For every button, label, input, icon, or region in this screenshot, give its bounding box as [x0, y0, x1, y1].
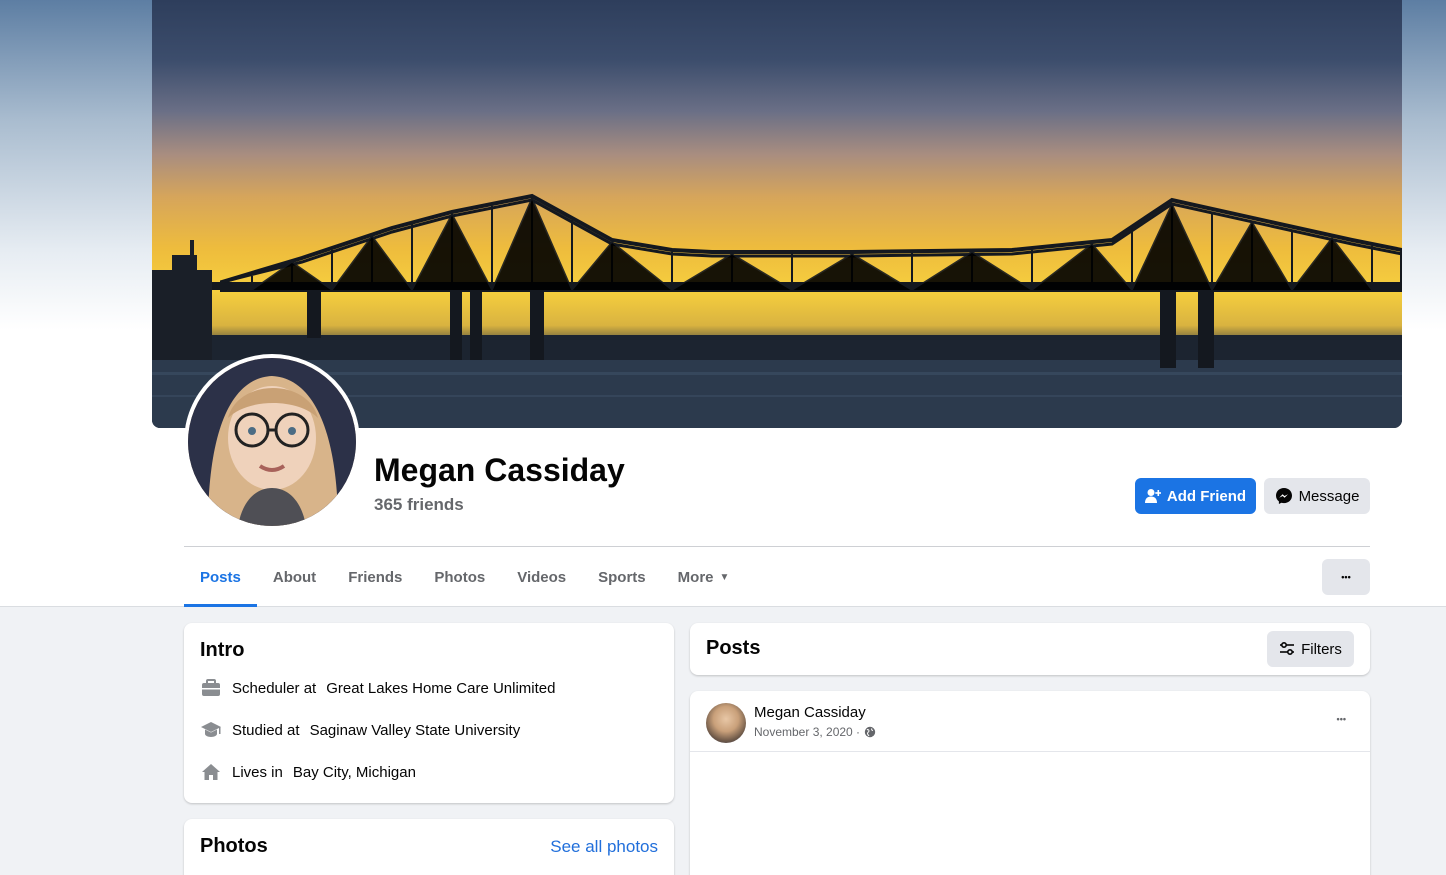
posts-header-card: Posts Filters	[690, 623, 1370, 675]
tab-posts[interactable]: Posts	[184, 547, 257, 607]
intro-location-row: Lives in Bay City, Michigan	[200, 761, 416, 783]
post-author-name[interactable]: Megan Cassiday	[754, 704, 866, 721]
photos-title: Photos	[200, 835, 268, 857]
post-author-avatar[interactable]	[706, 703, 746, 743]
add-friend-button[interactable]: Add Friend	[1135, 478, 1256, 514]
tab-friends[interactable]: Friends	[332, 547, 418, 607]
tab-videos[interactable]: Videos	[501, 547, 582, 607]
globe-icon	[864, 726, 876, 738]
profile-options-button[interactable]: •••	[1322, 559, 1370, 595]
tab-about-label: About	[272, 568, 317, 586]
tab-sports-label: Sports	[598, 568, 646, 586]
tab-photos[interactable]: Photos	[418, 547, 501, 607]
intro-education-row: Studied at Saginaw Valley State Universi…	[200, 719, 520, 741]
intro-location-link[interactable]: Bay City, Michigan	[293, 764, 416, 781]
intro-card: Intro Scheduler at Great Lakes Home Care…	[184, 623, 674, 803]
tab-sports[interactable]: Sports	[582, 547, 662, 607]
intro-work-row: Scheduler at Great Lakes Home Care Unlim…	[200, 677, 556, 699]
tab-videos-label: Videos	[517, 568, 567, 586]
intro-location-prefix: Lives in	[232, 763, 283, 781]
post-card: Megan Cassiday November 3, 2020 · •••	[690, 691, 1370, 875]
intro-education-prefix: Studied at	[232, 721, 300, 739]
add-person-icon	[1144, 489, 1161, 503]
post-timestamp: November 3, 2020 ·	[754, 725, 876, 739]
tab-more-label: More	[677, 568, 714, 586]
post-header: Megan Cassiday November 3, 2020 · •••	[690, 691, 1370, 752]
tab-more[interactable]: More ▼	[662, 547, 746, 607]
see-all-photos-link[interactable]: See all photos	[550, 837, 658, 857]
post-more-dots-icon: •••	[1336, 714, 1346, 724]
friends-count[interactable]: 365 friends	[374, 495, 464, 515]
messenger-icon	[1275, 488, 1292, 504]
profile-tabs: Posts About Friends Photos Videos Sports…	[184, 547, 745, 607]
posts-title: Posts	[706, 637, 761, 659]
intro-education-link[interactable]: Saginaw Valley State University	[310, 722, 521, 739]
post-date-text[interactable]: November 3, 2020 ·	[754, 725, 860, 739]
intro-work-prefix: Scheduler at	[232, 679, 317, 697]
profile-picture[interactable]	[184, 354, 360, 530]
tab-friends-label: Friends	[348, 568, 403, 586]
sliders-icon	[1280, 642, 1295, 656]
graduation-cap-icon	[200, 719, 222, 741]
cover-photo[interactable]	[152, 0, 1402, 428]
intro-work-link[interactable]: Great Lakes Home Care Unlimited	[326, 680, 555, 697]
home-icon	[200, 761, 222, 783]
photos-card: Photos See all photos	[184, 819, 674, 875]
portrait-illustration	[188, 358, 356, 526]
intro-title: Intro	[200, 639, 245, 661]
profile-avatar-image	[188, 358, 356, 526]
message-label: Message	[1298, 487, 1360, 505]
bridge-illustration	[152, 193, 1402, 428]
filters-button[interactable]: Filters	[1267, 631, 1354, 667]
post-options-button[interactable]: •••	[1337, 709, 1346, 727]
tab-about[interactable]: About	[257, 547, 332, 607]
tab-posts-label: Posts	[200, 568, 241, 586]
briefcase-icon	[200, 677, 222, 699]
caret-down-icon: ▼	[719, 571, 730, 583]
tab-photos-label: Photos	[434, 568, 486, 586]
filters-label: Filters	[1301, 640, 1342, 658]
message-button[interactable]: Message	[1264, 478, 1370, 514]
profile-name: Megan Cassiday	[374, 452, 625, 488]
add-friend-label: Add Friend	[1166, 487, 1247, 505]
more-dots-icon: •••	[1341, 572, 1351, 582]
